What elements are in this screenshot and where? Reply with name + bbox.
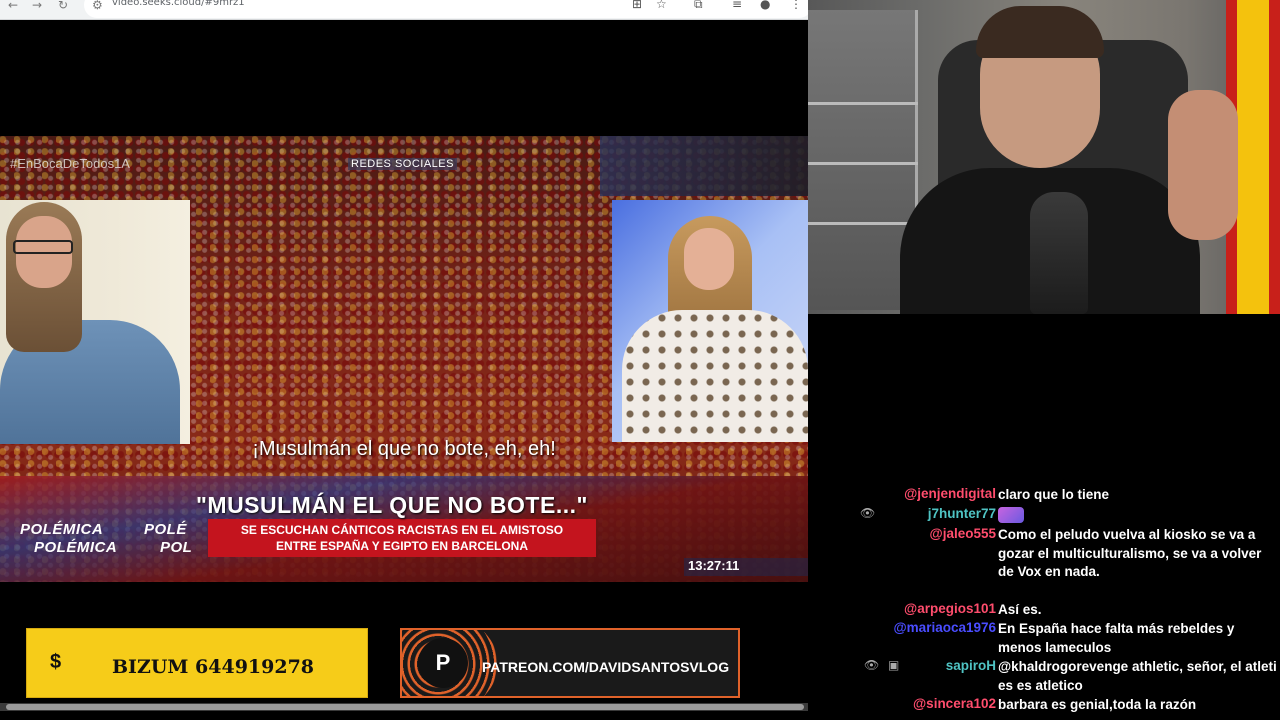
polemica-label: POL	[160, 539, 193, 556]
patreon-logo-icon: P	[418, 638, 468, 688]
video-player[interactable]: #EnBocaDeTodos1A REDES SOCIALES ¡Musulmá…	[0, 136, 808, 582]
chat-username[interactable]: @jenjendigital	[904, 486, 996, 501]
scrollbar-thumb[interactable]	[6, 704, 804, 710]
streamer-webcam	[808, 0, 1280, 314]
chat-username[interactable]: @mariaoca1976	[894, 620, 996, 635]
streamer-hand	[1168, 90, 1238, 240]
translate-icon[interactable]: ⊞	[632, 0, 642, 11]
menu-kebab-icon[interactable]: ⋮	[790, 0, 802, 11]
bookmark-star-icon[interactable]: ☆	[656, 0, 667, 11]
stands-background	[600, 136, 808, 196]
broadcast-clock: 13:27:11	[684, 558, 808, 576]
chat-username[interactable]: @jaleo555	[930, 526, 996, 541]
chat-text: barbara es genial,toda la razón	[998, 697, 1197, 712]
extensions-icon[interactable]: ⧉	[694, 0, 703, 12]
chat-text: Así es.	[998, 602, 1042, 617]
host-sweater	[622, 310, 808, 442]
chat-text: En España hace falta más rebeldes y meno…	[998, 621, 1235, 655]
chat-text: claro que lo tiene	[998, 487, 1110, 502]
subtitle-caption: ¡Musulmán el que no bote, eh, eh!	[252, 438, 556, 460]
guest-glasses	[13, 240, 73, 254]
microphone	[1030, 192, 1088, 314]
profile-avatar-icon[interactable]: ●	[760, 0, 770, 11]
media-controls-icon[interactable]: ≡	[732, 0, 742, 11]
browser-toolbar: ← → ↻ ⚙ video.seeks.cloud/#9mrz1 ⊞ ☆ ⧉ ≡…	[0, 0, 812, 20]
chat-username[interactable]: j7hunter77	[928, 506, 996, 521]
site-settings-icon[interactable]: ⚙	[92, 0, 103, 12]
chat-username[interactable]: sapiroH	[946, 658, 996, 673]
chat-text: Como el peludo vuelva al kiosko se va a …	[998, 527, 1262, 579]
streamer-hair	[976, 6, 1104, 58]
dollar-icon: $	[50, 651, 62, 673]
host-face	[684, 228, 734, 290]
bizum-text: BIZUM 644919278	[112, 656, 315, 678]
polemica-label: POLÉ	[144, 521, 187, 538]
patreon-url-text: PATREON.COM/DAVIDSANTOSVLOG	[482, 659, 730, 675]
chat-emote-icon	[998, 507, 1024, 523]
forward-arrow-icon[interactable]: →	[32, 0, 42, 12]
back-arrow-icon[interactable]: ←	[8, 0, 18, 12]
eye-badge-icon: 👁	[864, 658, 880, 672]
guest-video-inset	[0, 200, 190, 444]
headline-subtext-line2: ENTRE ESPAÑA Y EGIPTO EN BARCELONA	[275, 539, 529, 553]
eye-badge-icon: 👁	[860, 506, 876, 520]
headline: "MUSULMÁN EL QUE NO BOTE..."	[196, 492, 588, 518]
headline-subtext-line1: SE ESCUCHAN CÁNTICOS RACISTAS EN EL AMIS…	[240, 523, 564, 537]
live-chat: @jenjendigital claro que lo tiene 👁 j7hu…	[808, 314, 1280, 720]
chat-username[interactable]: @sincera102	[913, 696, 996, 711]
host-video-inset	[612, 200, 808, 442]
url-text[interactable]: video.seeks.cloud/#9mrz1	[112, 0, 245, 8]
chat-username[interactable]: @arpegios101	[904, 601, 996, 616]
patreon-banner: P PATREON.COM/DAVIDSANTOSVLOG	[400, 628, 740, 698]
subscriber-badge-icon: ▣	[888, 658, 900, 672]
polemica-label: POLÉMICA	[20, 521, 104, 538]
polemica-label: POLÉMICA	[34, 539, 118, 556]
show-hashtag: #EnBocaDeTodos1A	[10, 156, 130, 171]
section-tag: REDES SOCIALES	[348, 158, 457, 170]
chat-text: @khaldrogorevenge athletic, señor, el at…	[998, 659, 1277, 693]
reload-icon[interactable]: ↻	[58, 0, 68, 12]
